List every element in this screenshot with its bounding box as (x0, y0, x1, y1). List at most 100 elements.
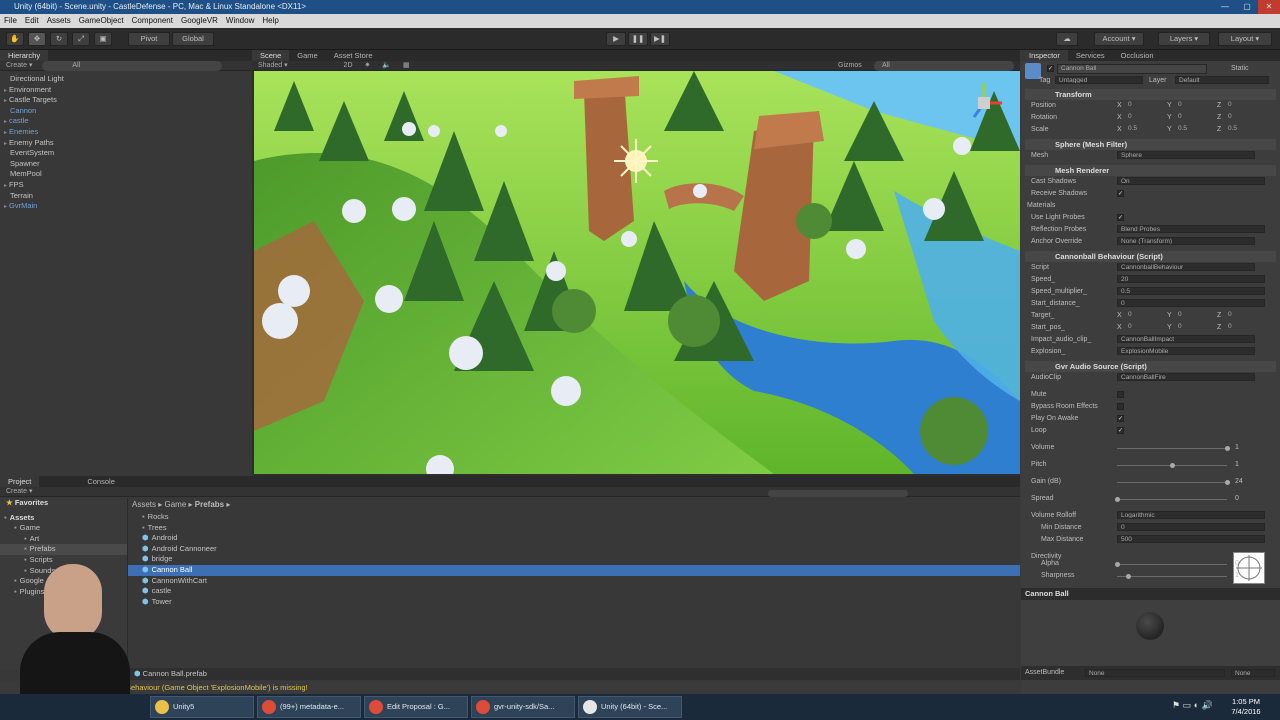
speed-multiplier-field[interactable]: 0.5 (1117, 287, 1265, 295)
light-probes-checkbox[interactable]: ✓ (1117, 214, 1124, 221)
hierarchy-search[interactable]: All (42, 61, 223, 71)
mesh-field[interactable]: Sphere (1117, 151, 1255, 159)
menu-edit[interactable]: Edit (21, 14, 43, 28)
target-x-field[interactable]: 0 (1125, 311, 1163, 319)
active-checkbox[interactable]: ✓ (1047, 65, 1054, 72)
spread-slider-track[interactable] (1117, 499, 1227, 500)
taskbar-item[interactable]: Edit Proposal : G... (364, 696, 468, 718)
menu-file[interactable]: File (0, 14, 21, 28)
hierarchy-item[interactable]: MemPool (0, 169, 252, 180)
folder-tree-item[interactable]: ▪ Assets (0, 513, 127, 524)
menu-window[interactable]: Window (222, 14, 258, 28)
alpha-slider-track[interactable] (1117, 564, 1227, 565)
file-item[interactable]: ▪ Trees (128, 523, 1020, 534)
sharpness-value[interactable]: 1 (1235, 572, 1239, 579)
start-pos-z-field[interactable]: 0 (1225, 323, 1263, 331)
layer-dropdown[interactable]: Default (1175, 76, 1269, 84)
explosion-field[interactable]: ExplosionMobile (1117, 347, 1255, 355)
taskbar-item[interactable]: (99+) metadata-e... (257, 696, 361, 718)
tab-asset-store[interactable]: Asset Store (326, 50, 381, 61)
pitch-slider-knob[interactable] (1170, 463, 1175, 468)
position-x-field[interactable]: 0 (1125, 101, 1163, 109)
hierarchy-item[interactable]: ▸ Enemy Paths (0, 138, 252, 149)
move-tool-icon[interactable]: ✥ (28, 32, 46, 46)
volume-slider-knob[interactable] (1225, 446, 1230, 451)
gizmos-dropdown[interactable]: Gizmos (838, 61, 862, 71)
menu-component[interactable]: Component (128, 14, 177, 28)
scene-search[interactable]: All (874, 61, 1014, 71)
scale-x-field[interactable]: 0.5 (1125, 125, 1163, 133)
static-toggle[interactable]: Static (1231, 65, 1249, 72)
gain-slider-knob[interactable] (1225, 480, 1230, 485)
mute-checkbox[interactable] (1117, 391, 1124, 398)
tab-occlusion[interactable]: Occlusion (1113, 50, 1162, 61)
breadcrumb-assets[interactable]: Assets (132, 500, 156, 509)
file-item[interactable]: ⬢ bridge (128, 554, 1020, 565)
impact-clip-field[interactable]: CannonBallImpact (1117, 335, 1255, 343)
rect-tool-icon[interactable]: ▣ (94, 32, 112, 46)
hierarchy-create[interactable]: Create (6, 62, 27, 69)
breadcrumb-prefabs[interactable]: Prefabs (195, 500, 224, 509)
volume-rolloff-dropdown[interactable]: Logarithmic (1117, 511, 1265, 519)
alpha-slider-knob[interactable] (1115, 562, 1120, 567)
position-z-field[interactable]: 0 (1225, 101, 1263, 109)
scene-viewport[interactable] (254, 71, 1020, 474)
rotation-z-field[interactable]: 0 (1225, 113, 1263, 121)
close-icon[interactable]: ✕ (1258, 0, 1280, 14)
preview-area[interactable] (1021, 600, 1280, 666)
expand-arrow-icon[interactable]: ▸ (4, 88, 7, 94)
transform-header[interactable]: Transform (1025, 89, 1276, 100)
pause-button[interactable]: ❚❚ (628, 32, 648, 46)
sharpness-slider-knob[interactable] (1126, 574, 1131, 579)
pitch-value[interactable]: 1 (1235, 461, 1239, 468)
tag-dropdown[interactable]: Untagged (1055, 76, 1143, 84)
play-on-awake-checkbox[interactable]: ✓ (1117, 415, 1124, 422)
menu-googlevr[interactable]: GoogleVR (177, 14, 222, 28)
scale-tool-icon[interactable]: ⤢ (72, 32, 90, 46)
spread-value[interactable]: 0 (1235, 495, 1239, 502)
alpha-value[interactable]: 0 (1235, 560, 1239, 567)
tab-console[interactable]: Console (79, 476, 123, 487)
menu-assets[interactable]: Assets (43, 14, 75, 28)
project-search[interactable] (768, 490, 908, 497)
global-toggle[interactable]: Global (172, 32, 214, 46)
file-item[interactable]: ⬢ CannonWithCart (128, 576, 1020, 587)
folder-tree-item[interactable]: ▪ Prefabs (0, 544, 127, 555)
tab-scene[interactable]: Scene (252, 50, 290, 61)
materials-label[interactable]: Materials (1027, 202, 1055, 209)
breadcrumb-game[interactable]: Game (164, 500, 186, 509)
variant-dropdown[interactable]: None (1231, 669, 1275, 677)
layers-dropdown[interactable]: Layers ▾ (1158, 32, 1210, 46)
volume-slider-track[interactable] (1117, 448, 1227, 449)
hierarchy-item[interactable]: ▸ FPS (0, 180, 252, 191)
file-item[interactable]: ▪ Rocks (128, 512, 1020, 523)
max-distance-field[interactable]: 500 (1117, 535, 1265, 543)
cast-shadows-dropdown[interactable]: On (1117, 177, 1265, 185)
cannonball-script-header[interactable]: Cannonball Behaviour (Script) (1025, 251, 1276, 262)
tab-project[interactable]: Project (0, 476, 40, 487)
loop-checkbox[interactable]: ✓ (1117, 427, 1124, 434)
file-item[interactable]: ⬢ Tower (128, 597, 1020, 608)
expand-arrow-icon[interactable]: ▸ (4, 98, 7, 104)
hierarchy-item[interactable]: ▸ Enemies (0, 127, 252, 138)
menu-help[interactable]: Help (258, 14, 282, 28)
clock[interactable]: 1:05 PM 7/4/2016 (1228, 697, 1264, 717)
gain-value[interactable]: 24 (1235, 478, 1243, 485)
volume-value[interactable]: 1 (1235, 444, 1239, 451)
hierarchy-item[interactable]: Cannon (0, 106, 252, 117)
start-pos-x-field[interactable]: 0 (1125, 323, 1163, 331)
file-item[interactable]: ⬢ castle (128, 586, 1020, 597)
mesh-renderer-header[interactable]: Mesh Renderer (1025, 165, 1276, 176)
menu-gameobject[interactable]: GameObject (75, 14, 128, 28)
bypass-checkbox[interactable] (1117, 403, 1124, 410)
expand-arrow-icon[interactable]: ▸ (4, 130, 7, 136)
gain-slider-track[interactable] (1117, 482, 1227, 483)
expand-arrow-icon[interactable]: ▸ (4, 141, 7, 147)
receive-shadows-checkbox[interactable]: ✓ (1117, 190, 1124, 197)
target-y-field[interactable]: 0 (1175, 311, 1213, 319)
tab-game[interactable]: Game (289, 50, 325, 61)
hierarchy-item[interactable]: ▸ Castle Targets (0, 95, 252, 106)
spread-slider-knob[interactable] (1115, 497, 1120, 502)
file-item[interactable]: ⬢ Android Cannoneer (128, 544, 1020, 555)
status-bar[interactable]: Behaviour (Game Object 'ExplosionMobile'… (0, 681, 1020, 694)
